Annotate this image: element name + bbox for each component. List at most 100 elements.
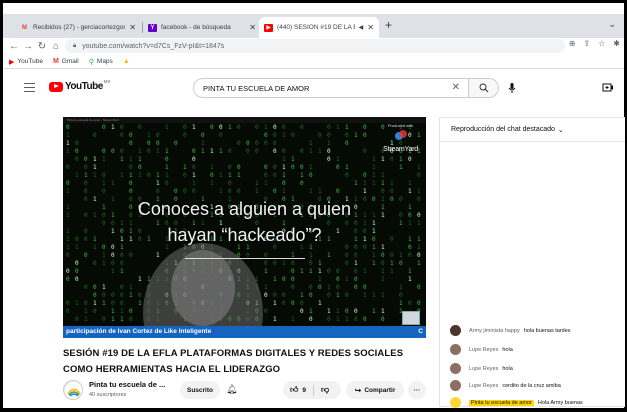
svg-text:1: 1	[372, 260, 376, 267]
chat-avatar[interactable]	[450, 344, 461, 355]
svg-text:1: 1	[237, 172, 241, 179]
svg-text:1: 1	[120, 308, 124, 315]
create-video-icon[interactable]	[602, 82, 614, 93]
like-count: 9	[302, 386, 306, 394]
svg-text:1: 1	[120, 268, 124, 275]
svg-text:0: 0	[273, 148, 277, 155]
microphone-icon[interactable]	[506, 82, 518, 94]
chat-author[interactable]: Lupe Reyes	[469, 347, 498, 353]
chat-avatar[interactable]	[450, 363, 461, 374]
svg-text:1: 1	[165, 124, 169, 131]
bookmark-maps[interactable]: ⚲ Maps	[89, 58, 113, 66]
svg-text:0: 0	[66, 268, 70, 275]
thumbs-down-icon: 👎︎	[321, 385, 330, 394]
svg-text:1: 1	[129, 156, 133, 163]
chat-header[interactable]: Reproducción del chat destacado ⌄	[440, 118, 625, 142]
svg-text:0: 0	[84, 284, 88, 291]
svg-text:0: 0	[111, 300, 115, 307]
clear-search-icon[interactable]: ✕	[452, 82, 460, 93]
svg-text:1: 1	[363, 268, 367, 275]
close-tab-icon[interactable]: ✕	[249, 23, 256, 32]
close-tab-icon[interactable]: ✕	[129, 23, 136, 32]
svg-text:0: 0	[300, 124, 304, 131]
extensions-icon[interactable]: ✱	[613, 39, 620, 48]
tab-search-chevron-icon[interactable]: ⌄	[608, 19, 616, 30]
home-icon[interactable]: ⌂	[49, 41, 63, 52]
svg-text:1: 1	[156, 172, 160, 179]
share-button[interactable]: ↪ Compartir	[346, 381, 404, 399]
svg-text:0: 0	[363, 172, 367, 179]
close-tab-icon[interactable]: ✕	[367, 23, 374, 32]
chat-avatar[interactable]	[450, 397, 461, 408]
chat-author[interactable]: Lupe Reyes	[469, 383, 498, 389]
svg-text:0: 0	[84, 300, 88, 307]
browser-tab[interactable]: M Recibidos (27) - gerciacortezgon ✕	[15, 17, 141, 38]
svg-text:1: 1	[165, 164, 169, 171]
svg-text:1: 1	[408, 268, 412, 275]
video-overlay-underline	[185, 258, 305, 259]
svg-text:0: 0	[291, 260, 295, 267]
address-bar[interactable]: 🔒︎ youtube.com/watch?v=d7Cs_FzV-pI&t=184…	[65, 39, 565, 53]
more-actions-button[interactable]: ···	[408, 381, 426, 399]
streamyard-label: StreamYard	[383, 146, 418, 153]
menu-icon[interactable]	[24, 83, 35, 94]
new-tab-button[interactable]: +	[385, 18, 392, 32]
svg-text:1: 1	[309, 268, 313, 275]
svg-text:1: 1	[129, 292, 133, 299]
forward-arrow-icon[interactable]: →	[21, 41, 35, 52]
svg-text:0: 0	[381, 252, 385, 259]
svg-text:0: 0	[228, 188, 232, 195]
svg-text:0: 0	[363, 132, 367, 139]
reload-icon[interactable]: ↻	[35, 41, 49, 52]
chat-avatar[interactable]	[450, 380, 461, 391]
svg-text:1: 1	[309, 252, 313, 259]
svg-text:1: 1	[363, 292, 367, 299]
browser-tab[interactable]: Y facebook - de búsqueda ✕	[143, 17, 261, 38]
svg-text:0: 0	[174, 140, 178, 147]
svg-text:0: 0	[156, 188, 160, 195]
svg-text:0: 0	[354, 284, 358, 291]
like-button[interactable]: 👍︎ 9	[290, 385, 306, 395]
svg-text:0: 0	[75, 156, 79, 163]
svg-text:1: 1	[75, 172, 79, 179]
presenter-thumbnail	[402, 311, 420, 325]
svg-text:0: 0	[255, 148, 259, 155]
back-arrow-icon[interactable]: ←	[7, 41, 21, 52]
svg-text:0: 0	[354, 276, 358, 283]
dislike-button[interactable]: 👎︎	[321, 385, 329, 395]
install-app-icon[interactable]: ⊕	[569, 39, 576, 48]
svg-text:1: 1	[381, 172, 385, 179]
channel-name[interactable]: Pinta tu escuela de ...	[89, 380, 165, 389]
chat-avatar[interactable]	[450, 325, 461, 336]
svg-text:0: 0	[93, 284, 97, 291]
channel-avatar[interactable]	[63, 380, 83, 400]
bookmark-drive[interactable]: ▲	[123, 58, 130, 65]
chat-author[interactable]: Army jiminista happy	[469, 328, 520, 334]
svg-text:0: 0	[336, 188, 340, 195]
bookmark-gmail[interactable]: M Gmail	[53, 58, 79, 65]
bookmark-star-icon[interactable]: ☆	[598, 39, 605, 48]
chat-author[interactable]: Lupe Reyes	[469, 366, 498, 372]
search-button[interactable]	[469, 78, 499, 98]
subscribed-button[interactable]: Suscrito	[180, 381, 220, 399]
svg-text:0: 0	[318, 284, 322, 291]
svg-text:0: 0	[120, 252, 124, 259]
gmail-icon: M	[22, 24, 27, 31]
svg-text:0: 0	[75, 148, 79, 155]
search-input[interactable]: PINTA TU ESCUELA DE AMOR ✕	[193, 78, 469, 98]
browser-tab-active[interactable]: ▶ (440) SESIÓN #19 DE LA EFL ◀ ✕	[259, 17, 379, 38]
chat-author-owner[interactable]: Pinta tu escuela de amor	[469, 399, 534, 406]
svg-text:1: 1	[93, 164, 97, 171]
svg-text:0: 0	[75, 276, 79, 283]
svg-text:1: 1	[318, 188, 322, 195]
bookmark-youtube[interactable]: ▶ YouTube	[9, 58, 43, 66]
notification-bell-icon[interactable]: 🔔︎	[226, 384, 237, 395]
youtube-logo[interactable]: YouTube MX	[49, 79, 111, 92]
svg-text:1: 1	[372, 172, 376, 179]
browser-tab-title: facebook - de búsqueda	[161, 24, 231, 31]
video-player[interactable]: Pinta tu escuela de amor - StreamYard 01…	[63, 117, 426, 338]
share-page-icon[interactable]: ⇪	[583, 39, 590, 48]
audio-icon[interactable]: ◀	[359, 24, 364, 31]
svg-text:1: 1	[327, 284, 331, 291]
svg-text:1: 1	[309, 164, 313, 171]
